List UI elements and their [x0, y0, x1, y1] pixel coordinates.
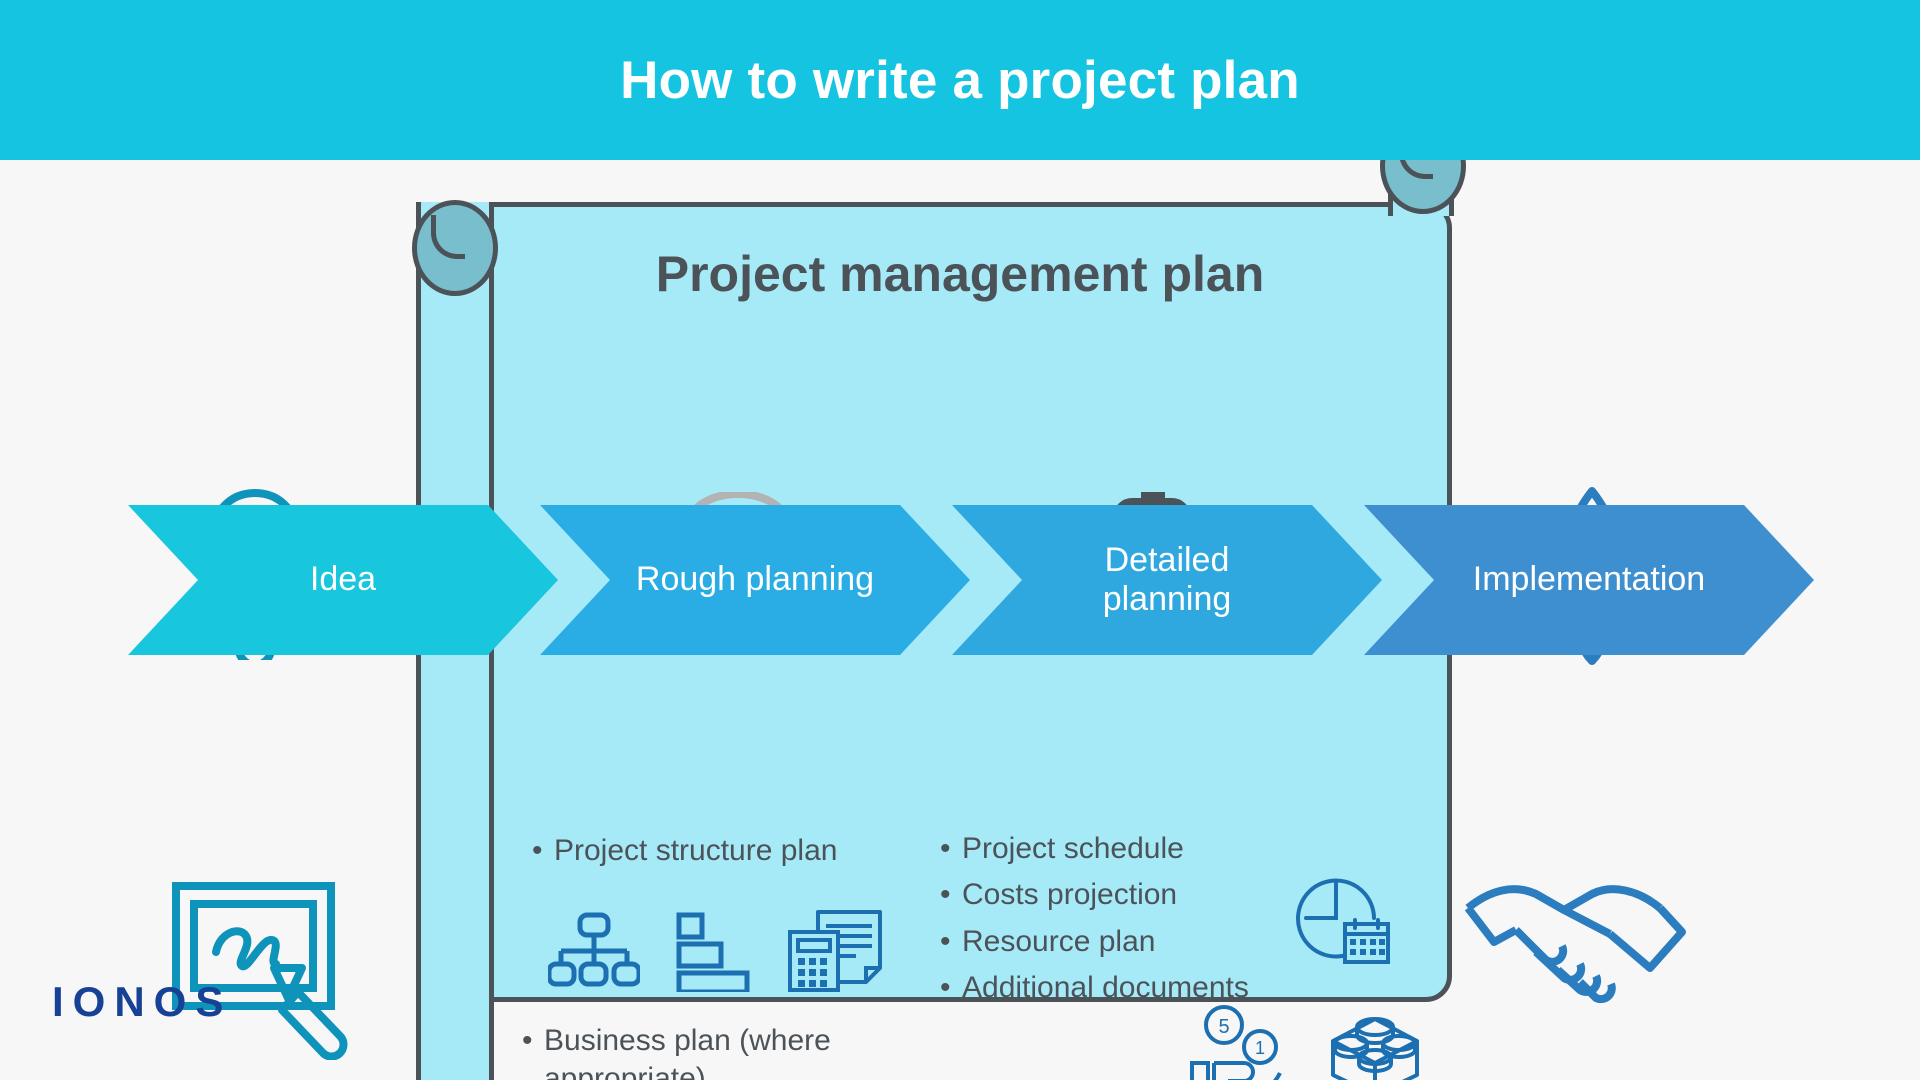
bullet-dot: •: [532, 834, 543, 867]
list-item: • Additional documents: [940, 969, 1310, 1007]
list-item: • Project structure plan: [532, 832, 862, 870]
list-item: • Resource plan: [940, 923, 1310, 961]
rough-planning-bullets-bottom: • Business plan (where appropriate): [522, 1022, 862, 1080]
process-step-label: Detailed planning: [1102, 540, 1232, 618]
bullet-text: Business plan (where appropriate): [544, 1024, 831, 1080]
infographic-canvas: Project management plan Idea Rough plann…: [0, 160, 1920, 1080]
bullet-dot: •: [940, 832, 951, 865]
resource-blocks-icon: [1331, 1017, 1419, 1080]
gantt-bars-icon: [676, 912, 750, 992]
process-step-rough-planning[interactable]: Rough planning: [540, 505, 970, 655]
ionos-logo: IONOS: [52, 978, 233, 1025]
coin-label-1: 1: [1255, 1038, 1265, 1058]
handshake-icon: [1460, 860, 1690, 1015]
bullet-text: Project schedule: [962, 832, 1184, 865]
process-arrow-row: Idea Rough planning Detailed planning Im…: [0, 505, 1920, 655]
bullet-dot: •: [940, 924, 951, 958]
process-step-label: Rough planning: [635, 560, 875, 599]
org-chart-icon: [548, 912, 640, 987]
list-item: • Business plan (where appropriate): [522, 1022, 862, 1080]
hand-coins-icon: 5 1: [1190, 1005, 1282, 1080]
calculator-document-icon: [788, 910, 882, 992]
list-item: • Costs projection: [940, 876, 1310, 914]
clock-calendar-icon: [1296, 878, 1390, 964]
whiteboard-sketch-icon: [170, 880, 360, 1065]
detailed-planning-icon-row-top: [1290, 872, 1390, 964]
bullet-text: Costs projection: [962, 878, 1178, 912]
scroll-title: Project management plan: [655, 246, 1265, 302]
rough-planning-icon-row: [548, 910, 884, 992]
list-item: • Project schedule: [940, 830, 1310, 868]
process-step-implementation[interactable]: Implementation: [1364, 505, 1814, 655]
bullet-dot: •: [522, 1024, 533, 1057]
rough-planning-bullets-top: • Project structure plan: [532, 832, 862, 878]
page-title: How to write a project plan: [620, 50, 1300, 110]
bullet-text: Resource plan: [962, 924, 1156, 958]
bullet-dot: •: [940, 971, 951, 1005]
detailed-planning-icon-row-bottom: 5 1: [1190, 1005, 1425, 1080]
page-header: How to write a project plan: [0, 0, 1920, 160]
detailed-planning-bullets: • Project schedule • Costs projection • …: [940, 830, 1310, 1016]
bullet-text: Additional documents: [962, 971, 1249, 1005]
process-step-idea[interactable]: Idea: [128, 505, 558, 655]
coin-label-5: 5: [1218, 1016, 1229, 1038]
process-step-label: Idea: [309, 560, 377, 599]
bullet-dot: •: [940, 878, 951, 912]
process-step-detailed-planning[interactable]: Detailed planning: [952, 505, 1382, 655]
process-step-label: Implementation: [1472, 560, 1706, 599]
bullet-text: Project structure plan: [554, 834, 838, 867]
